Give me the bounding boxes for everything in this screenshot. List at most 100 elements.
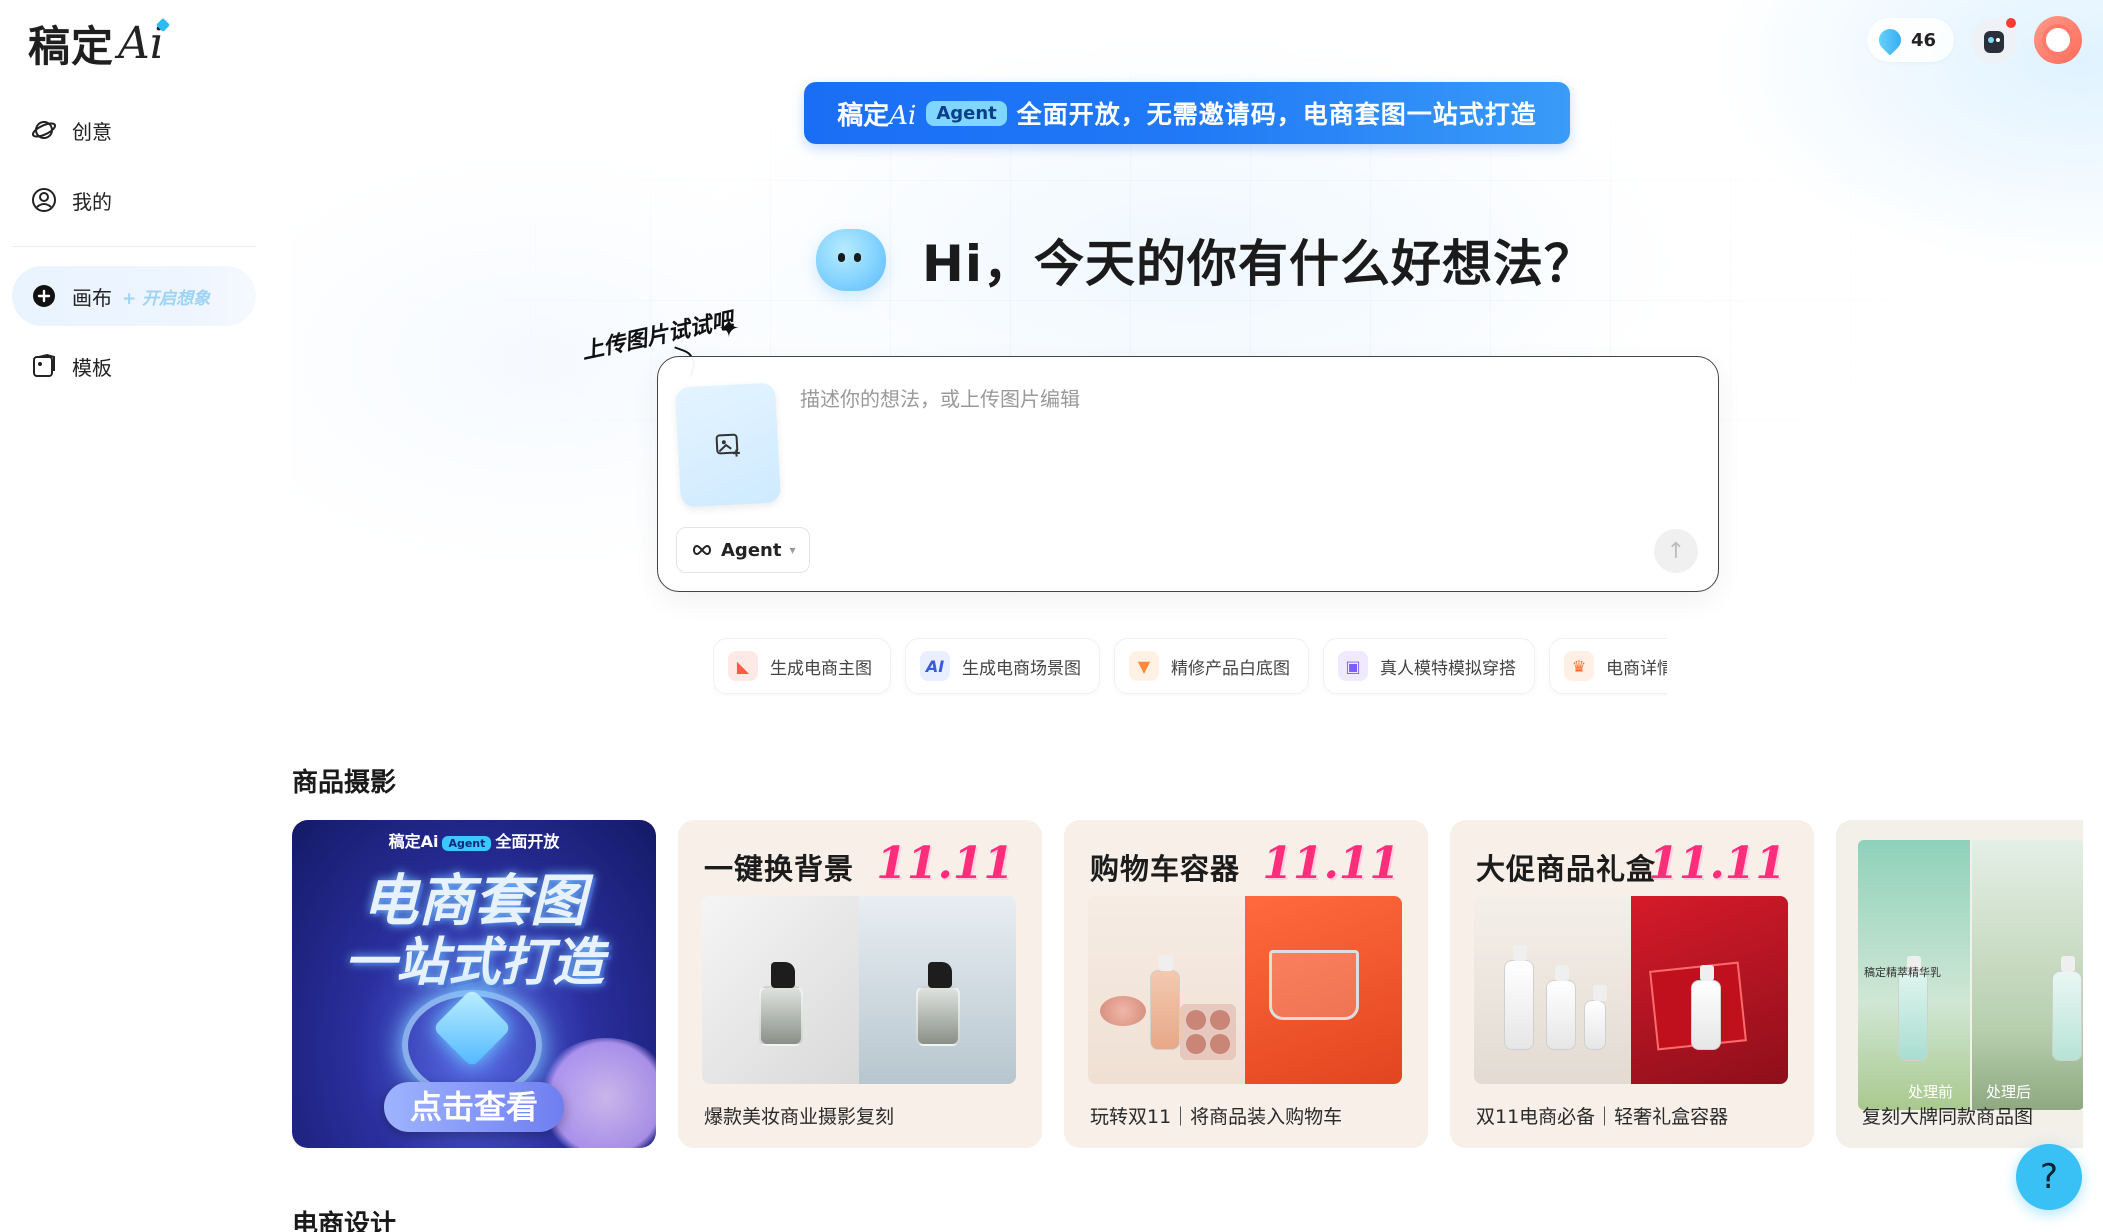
sidebar-item-mine[interactable]: 我的 bbox=[12, 170, 256, 230]
sidebar-item-label: 我的 bbox=[72, 189, 112, 214]
credit-drop-icon bbox=[1874, 24, 1906, 56]
card-title: 一键换背景 bbox=[704, 852, 855, 886]
mode-select[interactable]: Agent ▾ bbox=[676, 527, 811, 573]
prompt-input[interactable] bbox=[800, 383, 1680, 503]
sidebar-item-template[interactable]: 模板 bbox=[12, 336, 256, 396]
logo[interactable]: 稿定 Ai bbox=[28, 16, 170, 71]
lotion-bottle bbox=[1691, 965, 1721, 1051]
chip-label: 生成电商主图 bbox=[770, 658, 872, 679]
promo-view-button[interactable]: 点击查看 bbox=[384, 1082, 564, 1132]
logo-text: 稿定 bbox=[28, 21, 115, 71]
chip-model-outfit[interactable]: ▣ 真人模特模拟穿搭 bbox=[1323, 638, 1535, 694]
banner-logo: 稿定Ai bbox=[837, 95, 916, 132]
card-badge: 11.11 bbox=[876, 838, 1014, 889]
section-title-ecommerce-design: 电商设计 bbox=[292, 1210, 397, 1232]
product-photo-cards: 稿定Ai Agent 全面开放 电商套图 一站式打造 点击查看 一键换背景 11.1… bbox=[292, 820, 2083, 1150]
foundation-bottle bbox=[1150, 955, 1180, 1051]
mode-label: Agent bbox=[721, 539, 782, 561]
eyeshadow-palette bbox=[1180, 1004, 1236, 1060]
card-caption: 玩转双11｜将商品装入购物车 bbox=[1090, 1106, 1343, 1128]
promo-head-text: 全面开放 bbox=[495, 832, 560, 851]
logo-ai: Ai bbox=[118, 17, 170, 69]
avatar-inner bbox=[2042, 24, 2074, 56]
hero: Hi，今天的你有什么好想法？ bbox=[816, 220, 1595, 300]
preview-before: 稿定精萃精华乳 处理前 bbox=[1858, 840, 1970, 1110]
card-preview bbox=[702, 896, 1016, 1084]
preview-before bbox=[1088, 896, 1245, 1084]
card-title: 大促商品礼盒 bbox=[1476, 852, 1657, 886]
sidebar-item-label: 创意 bbox=[72, 119, 112, 144]
banner-agent-badge: Agent bbox=[926, 100, 1007, 126]
arrow-up-icon: ↑ bbox=[1666, 538, 1686, 564]
hero-title: Hi，今天的你有什么好想法？ bbox=[922, 235, 1595, 293]
sidebar-item-creative[interactable]: 创意 bbox=[12, 100, 256, 160]
card-preview bbox=[1088, 896, 1402, 1084]
chip-label: 电商详情 bbox=[1606, 658, 1667, 679]
model-icon: ▣ bbox=[1338, 651, 1368, 681]
infinity-icon bbox=[693, 544, 711, 556]
banner-logo-text: 稿定 bbox=[837, 100, 890, 131]
mascot-icon bbox=[816, 229, 886, 291]
lotion-bottle bbox=[1504, 945, 1534, 1051]
agent-open-banner[interactable]: 稿定Ai Agent 全面开放，无需邀请码，电商套图一站式打造 bbox=[804, 82, 1570, 144]
chip-white-bg[interactable]: ▼ 精修产品白底图 bbox=[1114, 638, 1309, 694]
serum-bottle bbox=[1898, 956, 1928, 1062]
question-icon: ? bbox=[2039, 1157, 2059, 1197]
preview-before bbox=[1474, 896, 1631, 1084]
mascot-icon bbox=[1984, 31, 2004, 53]
chip-label: 生成电商场景图 bbox=[962, 658, 1081, 679]
banner-logo-ai: Ai bbox=[889, 100, 917, 131]
perfume-bottle bbox=[758, 962, 803, 1047]
section-title-product-photo: 商品摄影 bbox=[292, 768, 397, 798]
mascot-eye bbox=[838, 253, 845, 262]
fox-icon: ▼ bbox=[1129, 651, 1159, 681]
serum-bottle bbox=[2052, 956, 2082, 1062]
promo-line-2: 一站式打造 bbox=[343, 933, 604, 993]
template-card-cart[interactable]: 购物车容器 11.11 玩转双11｜将商品装入购物车 bbox=[1064, 820, 1428, 1148]
card-preview bbox=[1474, 896, 1788, 1084]
sparkle-icon: ✦ bbox=[718, 314, 740, 344]
card-caption: 双11电商必备｜轻奢礼盒容器 bbox=[1476, 1106, 1729, 1128]
sidebar-item-canvas[interactable]: 画布 + 开启想象 bbox=[12, 266, 256, 326]
perfume-bottle bbox=[915, 962, 960, 1047]
credits-badge[interactable]: 46 bbox=[1867, 18, 1955, 62]
card-caption: 爆款美妆商业摄影复刻 bbox=[704, 1106, 895, 1128]
sidebar: 稿定 Ai 创意 我的 画布 + 开启想象 模板 bbox=[0, 0, 262, 1232]
template-card-change-bg[interactable]: 一键换背景 11.11 爆款美妆商业摄影复刻 bbox=[678, 820, 1042, 1148]
prompt-card: Agent ▾ ↑ bbox=[657, 356, 1719, 592]
user-circle-icon bbox=[30, 186, 58, 214]
chip-main-image[interactable]: ◣ 生成电商主图 bbox=[713, 638, 891, 694]
compact-powder bbox=[1100, 996, 1146, 1026]
serum-bottle bbox=[1584, 985, 1607, 1051]
card-badge: 11.11 bbox=[1262, 838, 1400, 889]
promo-header: 稿定Ai Agent 全面开放 bbox=[292, 828, 656, 852]
card-caption: 复刻大牌同款商品图 bbox=[1862, 1106, 2034, 1128]
avatar[interactable] bbox=[2034, 16, 2082, 64]
upload-image-button[interactable] bbox=[674, 382, 782, 508]
promo-card[interactable]: 稿定Ai Agent 全面开放 电商套图 一站式打造 点击查看 bbox=[292, 820, 656, 1148]
preview-after bbox=[1631, 896, 1788, 1084]
send-button[interactable]: ↑ bbox=[1654, 529, 1698, 573]
planet-icon bbox=[30, 116, 58, 144]
after-label: 处理后 bbox=[1986, 1083, 2032, 1101]
template-card-giftbox[interactable]: 大促商品礼盒 11.11 双11电商必备｜轻奢礼盒容器 bbox=[1450, 820, 1814, 1148]
sidebar-divider bbox=[12, 246, 256, 247]
trophy-icon: ♛ bbox=[1564, 651, 1594, 681]
lotion-bottle bbox=[1546, 965, 1576, 1051]
preview-after bbox=[859, 896, 1016, 1084]
credits-count: 46 bbox=[1911, 29, 1937, 51]
chip-detail-page[interactable]: ♛ 电商详情 bbox=[1549, 638, 1667, 694]
template-card-brand-replica[interactable]: 稿定精萃精华乳 处理前 处理后 复刻大牌同款商品图 bbox=[1836, 820, 2083, 1148]
before-label: 处理前 bbox=[1908, 1083, 1954, 1101]
preview-after: 处理后 bbox=[1972, 840, 2083, 1110]
help-button[interactable]: ? bbox=[2016, 1144, 2082, 1210]
notification-dot bbox=[2006, 18, 2016, 28]
image-upload-icon bbox=[715, 433, 740, 457]
sidebar-item-hint: + 开启想象 bbox=[122, 288, 211, 309]
product-label: 稿定精萃精华乳 bbox=[1864, 966, 1941, 979]
promo-logo: 稿定Ai bbox=[388, 832, 439, 851]
chip-label: 真人模特模拟穿搭 bbox=[1380, 658, 1516, 679]
mascot-eye bbox=[854, 253, 861, 262]
chip-scene-image[interactable]: AI 生成电商场景图 bbox=[905, 638, 1100, 694]
card-badge: 11.11 bbox=[1648, 838, 1786, 889]
